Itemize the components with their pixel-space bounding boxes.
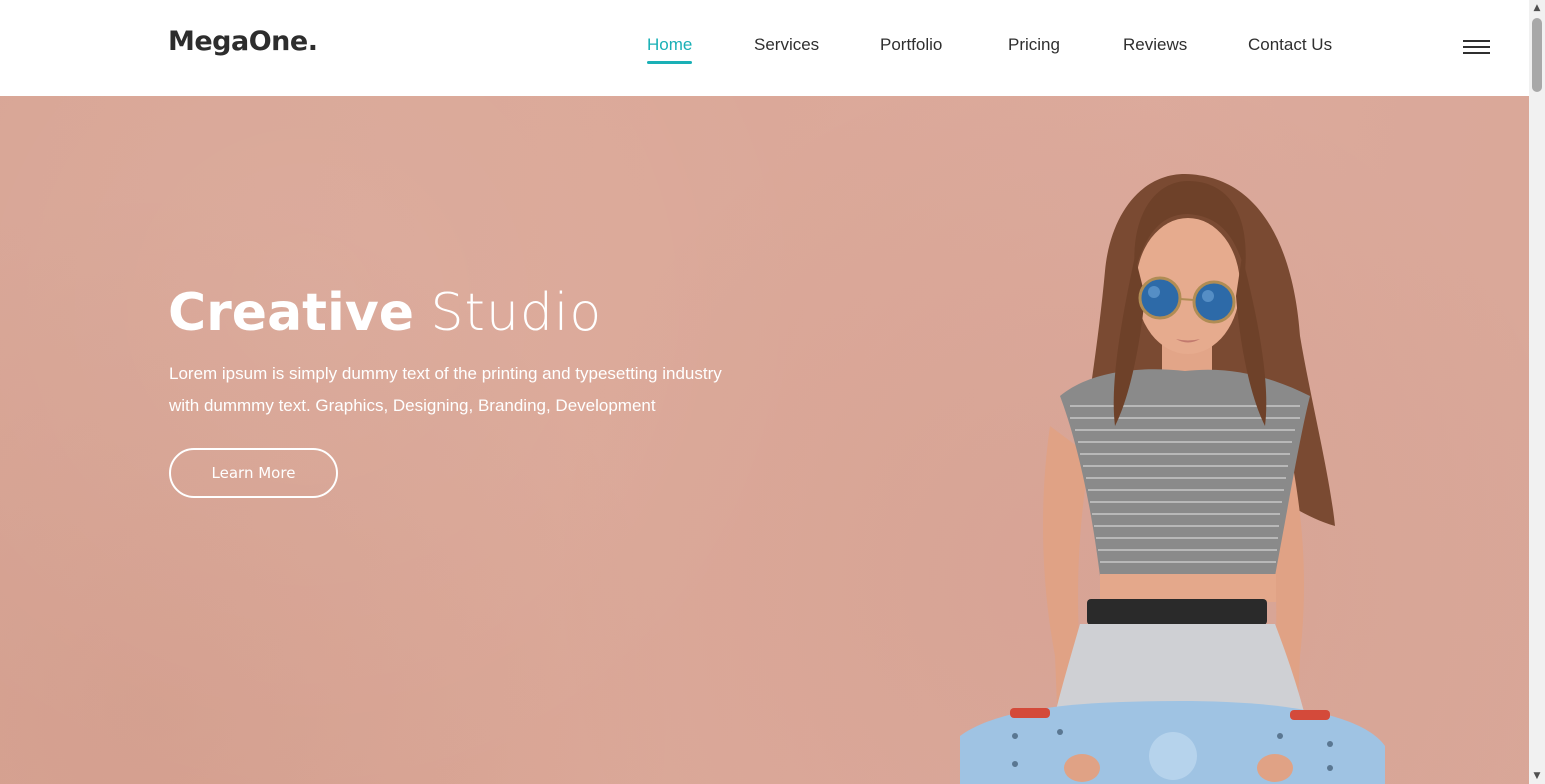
hero-description-line: with dummmy text. Graphics, Designing, B… — [169, 396, 656, 415]
vertical-scrollbar[interactable]: ▲ ▼ — [1529, 0, 1545, 784]
active-underline — [647, 61, 693, 64]
page: MegaOne. Home Services Portfolio Pricing… — [0, 0, 1545, 784]
learn-more-button[interactable]: Learn More — [169, 448, 338, 498]
scroll-down-arrow-icon[interactable]: ▼ — [1529, 768, 1545, 784]
nav-item-label: Home — [647, 35, 693, 54]
scroll-up-arrow-icon[interactable]: ▲ — [1529, 0, 1545, 16]
nav-item-label: Services — [754, 35, 820, 54]
nav-item-label: Pricing — [1008, 35, 1060, 54]
hero-title-light: Studio — [430, 283, 603, 343]
hero-section: Creative Studio Lorem ipsum is simply du… — [0, 96, 1529, 784]
nav-item-pricing[interactable]: Pricing — [1008, 35, 1060, 55]
nav-item-label: Reviews — [1123, 35, 1188, 54]
nav-item-home[interactable]: Home — [647, 35, 693, 64]
nav-item-label: Portfolio — [880, 35, 943, 54]
nav-item-reviews[interactable]: Reviews — [1123, 35, 1187, 55]
scrollbar-thumb[interactable] — [1532, 18, 1542, 92]
hero-title-bold: Creative — [168, 283, 415, 343]
main-nav: Home Services Portfolio Pricing Reviews … — [0, 35, 1529, 65]
hero-description: Lorem ipsum is simply dummy text of the … — [169, 358, 769, 422]
hero-person-image — [960, 174, 1385, 784]
hamburger-menu-icon[interactable] — [1463, 40, 1490, 56]
hero-title: Creative Studio — [168, 283, 602, 343]
nav-item-label: Contact Us — [1248, 35, 1333, 54]
site-header: MegaOne. Home Services Portfolio Pricing… — [0, 0, 1529, 96]
nav-item-contact-us[interactable]: Contact Us — [1248, 35, 1332, 55]
hero-description-line: Lorem ipsum is simply dummy text of the … — [169, 364, 722, 383]
nav-item-portfolio[interactable]: Portfolio — [880, 35, 942, 55]
nav-item-services[interactable]: Services — [754, 35, 819, 55]
